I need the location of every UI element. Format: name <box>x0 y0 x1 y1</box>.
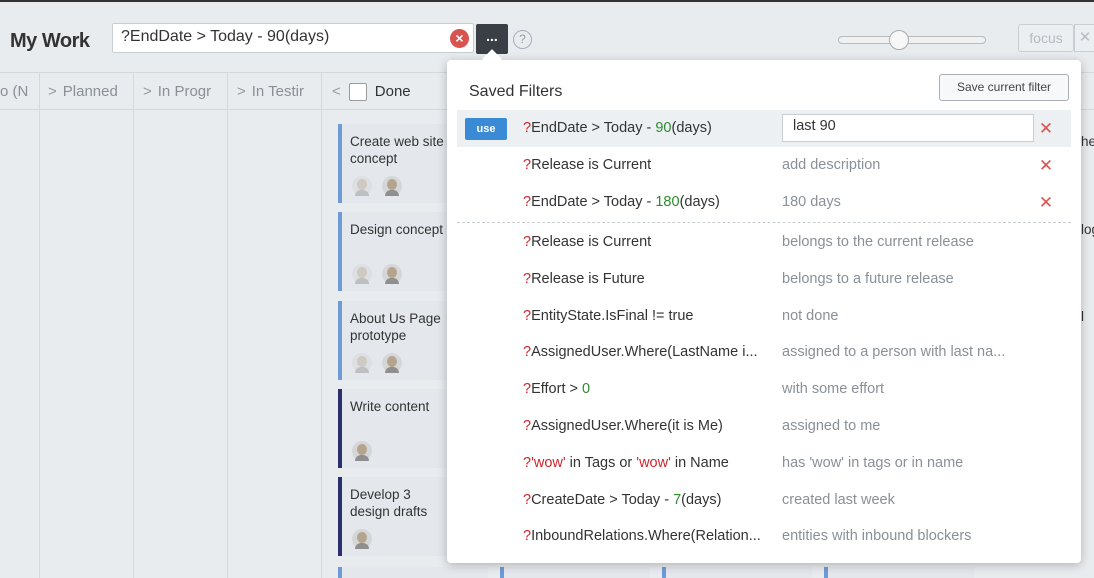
filter-expression[interactable]: ?AssignedUser.Where(LastName i... <box>523 334 778 371</box>
filter-description: assigned to a person with last na... <box>782 344 1006 361</box>
column-label: In Progr <box>157 83 212 100</box>
column-label: In Testir <box>251 83 305 100</box>
card-title: About Us Page prototype <box>350 311 441 343</box>
card-title: Develop 3 design drafts <box>350 487 428 519</box>
predefined-filter-row[interactable]: ?AssignedUser.Where(it is Me) assigned to… <box>457 408 1071 445</box>
page-title: My Work <box>10 30 90 52</box>
board-column <box>228 110 322 578</box>
predefined-filter-row[interactable]: ?CreateDate > Today - 7(days) created las… <box>457 482 1071 519</box>
task-card[interactable]: Design concept <box>338 212 450 291</box>
task-card[interactable]: Write content <box>338 389 450 468</box>
chevron-left-icon[interactable]: < <box>332 83 341 100</box>
filter-expression[interactable]: ?'wow' in Tags or 'wow' in Name <box>523 445 778 482</box>
saved-filter-row[interactable]: ?EndDate > Today - 180(days) 180 days ✕ <box>457 184 1071 221</box>
column-header[interactable]: o (N <box>0 73 40 111</box>
save-current-filter-button[interactable]: Save current filter <box>939 74 1069 101</box>
popup-title: Saved Filters <box>469 83 563 100</box>
board-column <box>40 110 134 578</box>
board-column <box>0 110 40 578</box>
task-card[interactable]: Create web site concept <box>338 124 450 203</box>
predefined-filter-row[interactable]: ?Effort > 0 with some effort <box>457 371 1071 408</box>
predefined-filter-row[interactable]: ?InboundRelations.Where(Relation... entit… <box>457 518 1071 555</box>
predefined-filter-row[interactable]: ?'wow' in Tags or 'wow' in Name has 'wow'… <box>457 445 1071 482</box>
chevron-right-icon[interactable]: > <box>48 83 57 100</box>
delete-filter-icon[interactable]: ✕ <box>1037 184 1055 221</box>
card-title-fragment: he <box>1081 134 1094 149</box>
filter-description: belongs to the current release <box>782 234 974 250</box>
avatar[interactable] <box>382 176 402 196</box>
saved-filter-row[interactable]: ?Release is Current add description ✕ <box>457 147 1071 184</box>
filter-expression[interactable]: ?Release is Future <box>523 261 778 298</box>
filter-description: has 'wow' in tags or in name <box>782 454 964 471</box>
avatar[interactable] <box>382 264 402 284</box>
filter-expression[interactable]: ?Release is Current <box>523 224 778 261</box>
close-icon[interactable]: ✕ <box>1074 24 1094 52</box>
filter-description: assigned to me <box>782 418 881 434</box>
use-filter-button[interactable]: use <box>465 118 507 140</box>
filter-description: created last week <box>782 491 895 508</box>
card-stub[interactable] <box>338 567 488 578</box>
saved-filters-popup: Saved Filters Save current filter use ?En… <box>447 60 1081 563</box>
divider <box>457 222 1071 223</box>
avatar[interactable] <box>352 529 372 549</box>
filter-expression[interactable]: ?CreateDate > Today - 7(days) <box>523 482 778 519</box>
avatar[interactable] <box>352 353 372 373</box>
delete-filter-icon[interactable]: ✕ <box>1037 110 1055 147</box>
predefined-filter-row[interactable]: ?AssignedUser.Where(LastName i... assigne… <box>457 334 1071 371</box>
task-card[interactable]: About Us Page prototype <box>338 301 450 380</box>
filter-expression[interactable]: ?AssignedUser.Where(it is Me) <box>523 408 778 445</box>
focus-button[interactable]: focus <box>1018 24 1074 52</box>
avatar[interactable] <box>382 353 402 373</box>
predefined-filter-row[interactable]: ?Release is Current belongs to the curren… <box>457 224 1071 261</box>
card-title-fragment: l <box>1081 309 1084 324</box>
select-all-checkbox[interactable] <box>348 83 367 102</box>
column-header-planned[interactable]: > Planned <box>40 73 134 111</box>
card-title: Create web site concept <box>350 134 444 166</box>
zoom-slider-thumb[interactable] <box>889 30 910 50</box>
help-icon[interactable]: ? <box>513 30 532 49</box>
clear-filter-icon[interactable]: × <box>450 29 469 48</box>
board-column <box>134 110 228 578</box>
delete-filter-icon[interactable]: ✕ <box>1037 147 1055 184</box>
card-title-fragment: log <box>1081 222 1094 237</box>
filter-input[interactable]: ?EndDate > Today - 90(days) <box>112 23 474 53</box>
predefined-filter-row[interactable]: ?EntityState.IsFinal != true not done <box>457 298 1071 335</box>
filter-description[interactable]: 180 days <box>782 184 1032 221</box>
column-label: Planned <box>62 83 118 100</box>
card-title: Write content <box>350 399 430 414</box>
column-header-in-testing[interactable]: > In Testir <box>228 73 322 111</box>
chevron-right-icon[interactable]: > <box>237 83 246 100</box>
column-header-in-progress[interactable]: > In Progr <box>134 73 228 111</box>
card-stub[interactable] <box>824 567 974 578</box>
avatar[interactable] <box>352 176 372 196</box>
filter-description: belongs to a future release <box>782 270 954 287</box>
card-stub[interactable] <box>500 567 650 578</box>
filter-description: not done <box>782 307 839 324</box>
predefined-filter-row[interactable]: ?Release is Future belongs to a future re… <box>457 261 1071 298</box>
filter-expression[interactable]: ?EndDate > Today - 90(days) <box>523 110 778 147</box>
filter-expression[interactable]: ?EndDate > Today - 180(days) <box>523 184 778 221</box>
description-input[interactable]: last 90 <box>782 114 1034 142</box>
filter-description: entities with inbound blockers <box>782 528 972 545</box>
avatar[interactable] <box>352 441 372 461</box>
chevron-right-icon[interactable]: > <box>143 83 152 100</box>
saved-filter-row[interactable]: use ?EndDate > Today - 90(days) last 90 ✕ <box>457 110 1071 147</box>
zoom-slider[interactable] <box>838 36 986 44</box>
filter-expression[interactable]: ?Release is Current <box>523 147 778 184</box>
filter-expression[interactable]: ?EntityState.IsFinal != true <box>523 298 778 335</box>
filter-description[interactable]: add description <box>782 147 1032 184</box>
column-label: o (N <box>0 83 29 100</box>
task-card[interactable]: Develop 3 design drafts <box>338 477 450 556</box>
card-title: Design concept <box>350 222 444 237</box>
avatar[interactable] <box>352 264 372 284</box>
filter-expression[interactable]: ?InboundRelations.Where(Relation... <box>523 518 778 555</box>
filter-expression[interactable]: ?Effort > 0 <box>523 371 778 408</box>
card-stub[interactable] <box>662 567 812 578</box>
filter-description: with some effort <box>782 381 885 398</box>
column-label: Done <box>374 83 411 100</box>
